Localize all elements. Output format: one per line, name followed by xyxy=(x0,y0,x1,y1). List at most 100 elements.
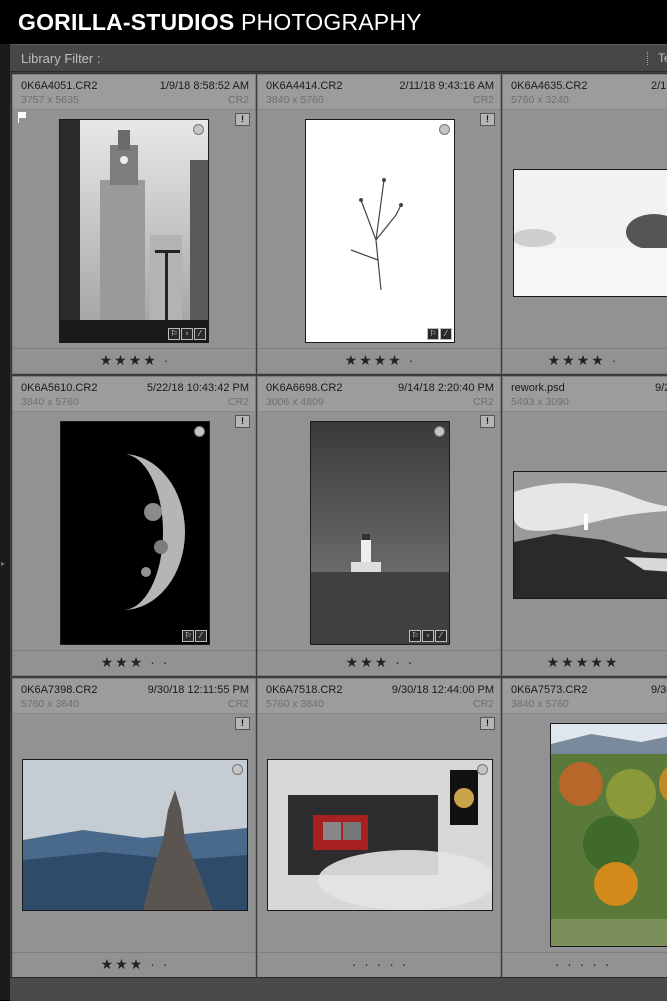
dimensions: 5493 x 3090 xyxy=(511,396,569,408)
coast-image xyxy=(514,472,667,598)
target-collection-icon[interactable] xyxy=(477,764,488,775)
dimensions: 3840 x 5760 xyxy=(511,698,569,710)
develop-badge-icon[interactable]: ⁄ xyxy=(435,630,447,642)
target-collection-icon[interactable] xyxy=(193,124,204,135)
capture-time: 9/29/18 xyxy=(655,382,667,394)
filename: 0K6A6698.CR2 xyxy=(266,382,343,394)
develop-badge-icon[interactable]: ⁄ xyxy=(194,328,206,340)
exclamation-icon[interactable]: ! xyxy=(480,113,495,126)
filter-text-tab[interactable]: Text xyxy=(658,51,667,65)
filename: 0K6A4051.CR2 xyxy=(21,80,98,92)
target-collection-icon[interactable] xyxy=(434,426,445,437)
capture-time: 9/30/18 xyxy=(651,684,667,696)
cell-footer: ★★★★★ xyxy=(503,650,667,675)
grid-cell[interactable]: 0K6A4414.CR2 2/11/18 9:43:16 AM 3840 x 5… xyxy=(257,74,501,374)
star-rating[interactable]: ★★★ · · xyxy=(258,654,500,671)
grid-cell[interactable]: 0K6A7398.CR2 9/30/18 12:11:55 PM 5760 x … xyxy=(12,678,256,978)
develop-badge-icon[interactable]: ⁄ xyxy=(195,630,207,642)
capture-time: 1/9/18 8:58:52 AM xyxy=(159,80,249,92)
crop-badge-icon[interactable]: ▫ xyxy=(181,328,193,340)
cell-footer: ★★★★ · xyxy=(258,348,500,373)
badges: ⚐ ▫ ⁄ xyxy=(168,328,206,340)
cell-header: 0K6A7518.CR2 9/30/18 12:44:00 PM 5760 x … xyxy=(258,679,500,714)
photo-thumbnail[interactable]: ⚐ ⁄ xyxy=(305,119,455,343)
file-type: CR2 xyxy=(472,396,494,408)
library-filter-label: Library Filter : xyxy=(21,51,101,66)
star-rating[interactable]: · · · · · xyxy=(258,956,500,972)
cell-footer: ★★★★ · xyxy=(503,348,667,373)
photo-thumbnail[interactable] xyxy=(550,723,667,947)
grid-cell[interactable]: 0K6A4635.CR2 2/17/18 5760 x 3240 ★★★★ · xyxy=(502,74,667,374)
dimensions: 3840 x 5760 xyxy=(266,94,324,106)
dimensions: 5760 x 3840 xyxy=(266,698,324,710)
photo-thumbnail[interactable]: ⚐ ▫ ⁄ xyxy=(310,421,450,645)
train-image xyxy=(268,760,492,910)
filter-separator xyxy=(647,52,648,65)
file-type: CR2 xyxy=(227,396,249,408)
forest-image xyxy=(551,724,667,946)
grid-cell[interactable]: 0K6A6698.CR2 9/14/18 2:20:40 PM 3006 x 4… xyxy=(257,376,501,676)
develop-badge-icon[interactable]: ⁄ xyxy=(440,328,452,340)
photo-thumbnail[interactable] xyxy=(267,759,493,911)
keyword-badge-icon[interactable]: ⚐ xyxy=(427,328,439,340)
cell-header: 0K6A7398.CR2 9/30/18 12:11:55 PM 5760 x … xyxy=(13,679,255,714)
photo-thumbnail[interactable]: ⚐ ⁄ xyxy=(60,421,210,645)
grid-cell[interactable]: 0K6A5610.CR2 5/22/18 10:43:42 PM 3840 x … xyxy=(12,376,256,676)
grid-cell[interactable]: rework.psd 9/29/18 5493 x 3090 ★★★★★ xyxy=(502,376,667,676)
star-rating[interactable]: ★★★★★ xyxy=(503,654,663,671)
exclamation-icon[interactable]: ! xyxy=(235,415,250,428)
exclamation-icon[interactable]: ! xyxy=(235,717,250,730)
cell-footer: ★★★ · · xyxy=(13,952,255,977)
exclamation-icon[interactable]: ! xyxy=(480,717,495,730)
cell-header: 0K6A4051.CR2 1/9/18 8:58:52 AM 3757 x 56… xyxy=(13,75,255,110)
photo-thumbnail[interactable] xyxy=(513,169,667,297)
expand-left-panel-icon[interactable]: ▸ xyxy=(1,559,5,568)
pick-flag-icon[interactable] xyxy=(18,112,27,123)
dimensions: 5760 x 3240 xyxy=(511,94,569,106)
capture-time: 2/11/18 9:43:16 AM xyxy=(399,80,494,92)
keyword-badge-icon[interactable]: ⚐ xyxy=(168,328,180,340)
grid-cell[interactable]: 0K6A7573.CR2 9/30/18 3840 x 5760 · · · ·… xyxy=(502,678,667,978)
star-rating[interactable]: ★★★★ · xyxy=(503,352,663,369)
grid-cell[interactable]: 0K6A4051.CR2 1/9/18 8:58:52 AM 3757 x 56… xyxy=(12,74,256,374)
library-filter-bar: Library Filter : Text xyxy=(10,44,667,72)
exclamation-icon[interactable]: ! xyxy=(480,415,495,428)
keyword-badge-icon[interactable]: ⚐ xyxy=(409,630,421,642)
filename: 0K6A7518.CR2 xyxy=(266,684,343,696)
target-collection-icon[interactable] xyxy=(194,426,205,437)
capture-time: 2/17/18 xyxy=(651,80,667,92)
tower-image xyxy=(60,120,208,342)
badges: ⚐ ⁄ xyxy=(427,328,452,340)
lighthouse-image xyxy=(311,422,449,644)
photo-thumbnail[interactable] xyxy=(513,471,667,599)
target-collection-icon[interactable] xyxy=(232,764,243,775)
badges: ⚐ ▫ ⁄ xyxy=(409,630,447,642)
exclamation-icon[interactable]: ! xyxy=(235,113,250,126)
capture-time: 9/14/18 2:20:40 PM xyxy=(397,382,494,394)
photo-thumbnail[interactable]: ⚐ ▫ ⁄ xyxy=(59,119,209,343)
star-rating[interactable]: ★★★★ · xyxy=(258,352,500,369)
photo-thumbnail[interactable] xyxy=(22,759,248,911)
target-collection-icon[interactable] xyxy=(439,124,450,135)
badges: ⚐ ⁄ xyxy=(182,630,207,642)
grid-cell[interactable]: 0K6A7518.CR2 9/30/18 12:44:00 PM 5760 x … xyxy=(257,678,501,978)
filename: 0K6A5610.CR2 xyxy=(21,382,98,394)
cell-header: 0K6A4635.CR2 2/17/18 5760 x 3240 xyxy=(503,75,667,110)
cell-header: 0K6A5610.CR2 5/22/18 10:43:42 PM 3840 x … xyxy=(13,377,255,412)
star-rating[interactable]: · · · · · xyxy=(503,956,663,972)
star-rating[interactable]: ★★★ · · xyxy=(13,956,255,973)
left-panel-collapsed[interactable]: ▸ xyxy=(0,44,10,1000)
brand-logo: GORILLA-STUDIOS PHOTOGRAPHY xyxy=(18,9,422,36)
file-type: CR2 xyxy=(227,698,249,710)
crop-badge-icon[interactable]: ▫ xyxy=(422,630,434,642)
keyword-badge-icon[interactable]: ⚐ xyxy=(182,630,194,642)
photo-grid: 0K6A4051.CR2 1/9/18 8:58:52 AM 3757 x 56… xyxy=(10,72,667,1000)
cell-footer: · · · · · xyxy=(503,952,667,977)
star-rating[interactable]: ★★★ · · xyxy=(13,654,255,671)
cell-header: rework.psd 9/29/18 5493 x 3090 xyxy=(503,377,667,412)
cell-footer: ★★★★ · xyxy=(13,348,255,373)
brand-light: PHOTOGRAPHY xyxy=(240,9,422,35)
moon-image xyxy=(61,422,209,644)
star-rating[interactable]: ★★★★ · xyxy=(13,352,255,369)
file-type: CR2 xyxy=(472,698,494,710)
